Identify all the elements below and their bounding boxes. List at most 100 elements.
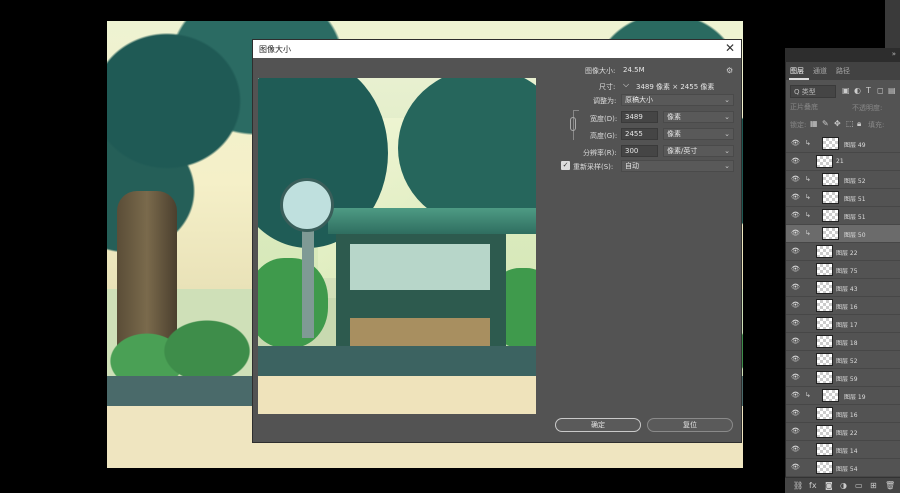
lock-artboard-icon[interactable]: ⬚	[846, 119, 854, 128]
layer-name[interactable]: 图层 52	[844, 176, 866, 185]
ok-button[interactable]: 确定	[555, 418, 641, 432]
layer-filter-select[interactable]: Q 类型	[790, 85, 836, 98]
image-preview[interactable]	[258, 78, 536, 414]
layer-thumbnail[interactable]	[822, 173, 839, 186]
layer-row[interactable]: 👁︎ ↳ 图层 51	[786, 207, 900, 225]
layer-name[interactable]: 图层 18	[836, 338, 858, 347]
layer-row[interactable]: 👁︎ 图层 59	[786, 369, 900, 387]
visibility-eye-icon[interactable]: 👁︎	[791, 139, 800, 147]
layer-name[interactable]: 图层 43	[836, 284, 858, 293]
layer-name[interactable]: 图层 75	[836, 266, 858, 275]
layer-thumbnail[interactable]	[816, 461, 833, 474]
layer-name[interactable]: 图层 16	[836, 302, 858, 311]
layer-name[interactable]: 图层 54	[836, 464, 858, 473]
blend-mode-select[interactable]: 正片叠底	[790, 102, 818, 112]
resample-select[interactable]: 自动 ⌄	[621, 160, 734, 172]
layer-thumbnail[interactable]	[816, 443, 833, 456]
link-icon[interactable]	[570, 117, 576, 131]
lock-all-icon[interactable]: 🔒︎	[857, 119, 861, 129]
visibility-eye-icon[interactable]: 👁︎	[791, 445, 800, 453]
layer-thumbnail[interactable]	[816, 335, 833, 348]
visibility-eye-icon[interactable]: 👁︎	[791, 247, 800, 255]
height-unit-select[interactable]: 像素 ⌄	[663, 128, 734, 140]
shape-filter-icon[interactable]: ◻	[877, 86, 884, 95]
layer-row[interactable]: 👁︎ 图层 52	[786, 351, 900, 369]
visibility-eye-icon[interactable]: 👁︎	[791, 175, 800, 183]
resolution-unit-select[interactable]: 像素/英寸 ⌄	[663, 145, 734, 157]
layer-thumbnail[interactable]	[816, 317, 833, 330]
layer-row[interactable]: 👁︎ ↳ 图层 19	[786, 387, 900, 405]
visibility-eye-icon[interactable]: 👁︎	[791, 283, 800, 291]
visibility-eye-icon[interactable]: 👁︎	[791, 337, 800, 345]
layer-thumbnail[interactable]	[816, 299, 833, 312]
layer-name[interactable]: 图层 51	[844, 212, 866, 221]
visibility-eye-icon[interactable]: 👁︎	[791, 265, 800, 273]
layer-row[interactable]: 👁︎ 图层 22	[786, 243, 900, 261]
layer-thumbnail[interactable]	[822, 137, 839, 150]
layer-thumbnail[interactable]	[822, 209, 839, 222]
new-layer-icon[interactable]: ⊞	[870, 481, 877, 490]
visibility-eye-icon[interactable]: 👁︎	[791, 319, 800, 327]
layer-thumbnail[interactable]	[816, 407, 833, 420]
image-filter-icon[interactable]: ▣	[842, 86, 850, 95]
layer-thumbnail[interactable]	[816, 281, 833, 294]
visibility-eye-icon[interactable]: 👁︎	[791, 391, 800, 399]
visibility-eye-icon[interactable]: 👁︎	[791, 193, 800, 201]
layer-thumbnail[interactable]	[816, 245, 833, 258]
layer-row[interactable]: 👁︎ ↳ 图层 51	[786, 189, 900, 207]
layer-row[interactable]: 👁︎ ↳ 图层 52	[786, 171, 900, 189]
width-unit-select[interactable]: 像素 ⌄	[663, 111, 734, 123]
visibility-eye-icon[interactable]: 👁︎	[791, 409, 800, 417]
layer-name[interactable]: 图层 50	[844, 230, 866, 239]
layer-row[interactable]: 👁︎ 图层 54	[786, 459, 900, 477]
close-icon[interactable]: ✕	[725, 41, 735, 55]
layer-name[interactable]: 图层 52	[836, 356, 858, 365]
trash-icon[interactable]: 🗑︎	[885, 481, 895, 490]
height-input[interactable]: 2455	[621, 128, 658, 140]
folder-icon[interactable]: ▭	[855, 481, 863, 490]
layer-name[interactable]: 图层 49	[844, 140, 866, 149]
panel-header-bar[interactable]: »	[785, 48, 900, 62]
layer-name[interactable]: 21	[836, 158, 844, 165]
gear-icon[interactable]: ⚙	[726, 66, 733, 75]
type-filter-icon[interactable]: T	[866, 86, 871, 95]
layer-thumbnail[interactable]	[816, 371, 833, 384]
visibility-eye-icon[interactable]: 👁︎	[791, 157, 800, 165]
smart-object-filter-icon[interactable]: ▤	[888, 86, 896, 95]
layer-thumbnail[interactable]	[816, 155, 833, 168]
mask-icon[interactable]: ◙	[825, 481, 833, 490]
layer-row[interactable]: 👁︎ ↳ 图层 50	[786, 225, 900, 243]
layer-thumbnail[interactable]	[816, 425, 833, 438]
layer-row[interactable]: 👁︎ 图层 14	[786, 441, 900, 459]
tab-channels[interactable]: 通道	[813, 66, 827, 76]
layer-name[interactable]: 图层 22	[836, 428, 858, 437]
layer-name[interactable]: 图层 51	[844, 194, 866, 203]
fit-to-select[interactable]: 原稿大小 ⌄	[621, 94, 734, 106]
layer-row[interactable]: 👁︎ 图层 43	[786, 279, 900, 297]
visibility-eye-icon[interactable]: 👁︎	[791, 355, 800, 363]
layer-name[interactable]: 图层 17	[836, 320, 858, 329]
reset-button[interactable]: 复位	[647, 418, 733, 432]
fx-icon[interactable]: fx	[809, 481, 817, 490]
layer-row[interactable]: 👁︎ 图层 16	[786, 405, 900, 423]
layer-thumbnail[interactable]	[822, 389, 839, 402]
visibility-eye-icon[interactable]: 👁︎	[791, 229, 800, 237]
layer-thumbnail[interactable]	[816, 263, 833, 276]
tab-layers[interactable]: 图层	[790, 66, 804, 76]
layer-name[interactable]: 图层 19	[844, 392, 866, 401]
lock-position-icon[interactable]: ✥	[834, 119, 841, 128]
layer-row[interactable]: 👁︎ 图层 16	[786, 297, 900, 315]
chevron-down-icon[interactable]: ⌵	[623, 80, 629, 90]
visibility-eye-icon[interactable]: 👁︎	[791, 373, 800, 381]
layer-row[interactable]: 👁︎ 图层 18	[786, 333, 900, 351]
layer-name[interactable]: 图层 16	[836, 410, 858, 419]
dialog-titlebar[interactable]: 图像大小 ✕	[253, 40, 741, 58]
resolution-input[interactable]: 300	[621, 145, 658, 157]
visibility-eye-icon[interactable]: 👁︎	[791, 463, 800, 471]
visibility-eye-icon[interactable]: 👁︎	[791, 427, 800, 435]
adjustment-filter-icon[interactable]: ◐	[854, 86, 861, 95]
lock-pixels-icon[interactable]: ✎	[822, 119, 829, 128]
link-icon[interactable]: ⛓	[793, 481, 803, 490]
layer-name[interactable]: 图层 22	[836, 248, 858, 257]
lock-transparency-icon[interactable]: ▦	[810, 119, 818, 128]
